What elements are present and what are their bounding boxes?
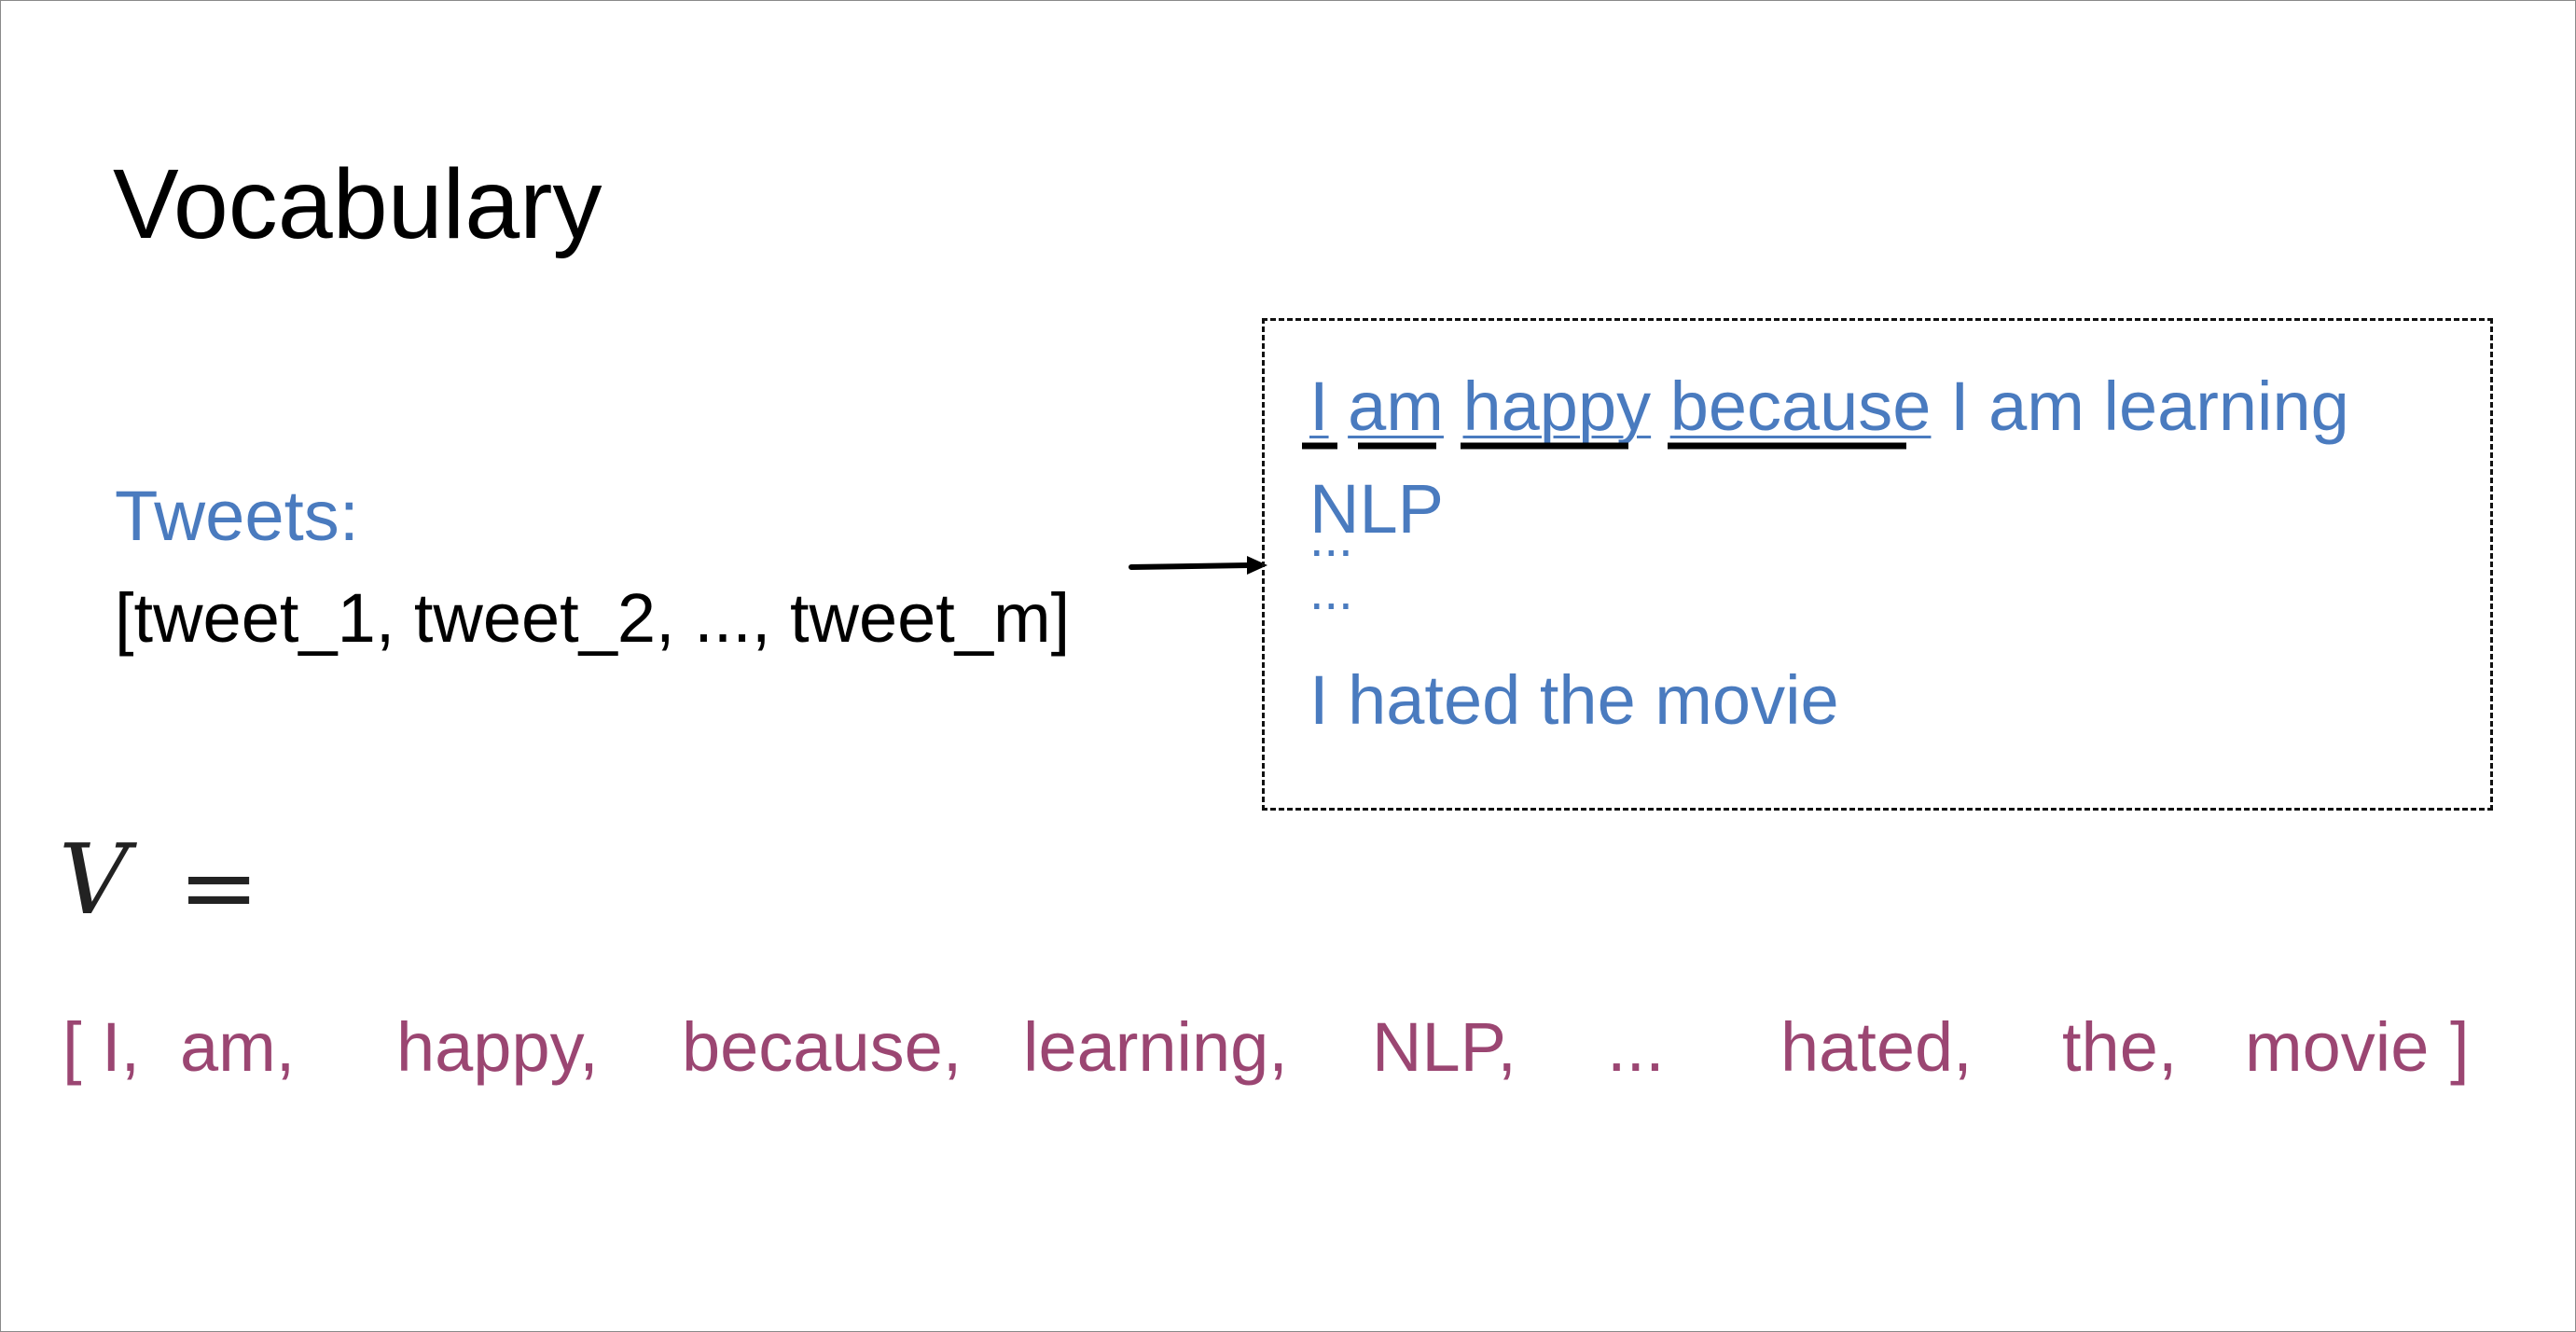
corpus-word: happy bbox=[1462, 368, 1652, 445]
tweets-list: [tweet_1, tweet_2, ..., tweet_m] bbox=[115, 579, 1071, 657]
vocab-item: learning, bbox=[1023, 1008, 1288, 1086]
corpus-box: I am happy because I am learning NLP ...… bbox=[1262, 318, 2493, 811]
vocab-item: movie bbox=[2245, 1008, 2430, 1086]
vocab-item: the, bbox=[2062, 1008, 2178, 1086]
corpus-line-1-rest: I am learning bbox=[1931, 368, 2349, 445]
corpus-ellipsis-1: ... bbox=[1309, 508, 1353, 567]
corpus-line-1: I am happy because I am learning bbox=[1309, 372, 2349, 441]
vocab-item: because, bbox=[682, 1008, 963, 1086]
vocab-item: hated, bbox=[1780, 1008, 1973, 1086]
corpus-ellipsis-2: ... bbox=[1309, 562, 1353, 620]
vocab-item: am, bbox=[180, 1008, 296, 1086]
vocab-item: NLP, bbox=[1372, 1008, 1517, 1086]
corpus-word: I bbox=[1309, 368, 1329, 445]
arrow-icon bbox=[1129, 556, 1267, 575]
corpus-line-3: I hated the movie bbox=[1309, 661, 1839, 739]
vocab-open-bracket: [ bbox=[62, 1008, 82, 1086]
vocab-item: ... bbox=[1607, 1008, 1665, 1086]
vocab-item: I, bbox=[102, 1008, 141, 1086]
vocab-item: happy, bbox=[396, 1008, 599, 1086]
tweets-label: Tweets: bbox=[115, 477, 359, 556]
corpus-word: because bbox=[1669, 368, 1932, 445]
equals-sign: = bbox=[178, 830, 260, 944]
slide: Vocabulary Tweets: [tweet_1, tweet_2, ..… bbox=[0, 0, 2576, 1332]
vocabulary-symbol: V bbox=[59, 823, 130, 937]
slide-title: Vocabulary bbox=[113, 149, 602, 259]
corpus-word: am bbox=[1348, 368, 1444, 445]
vocab-close-bracket: ] bbox=[2450, 1008, 2470, 1086]
